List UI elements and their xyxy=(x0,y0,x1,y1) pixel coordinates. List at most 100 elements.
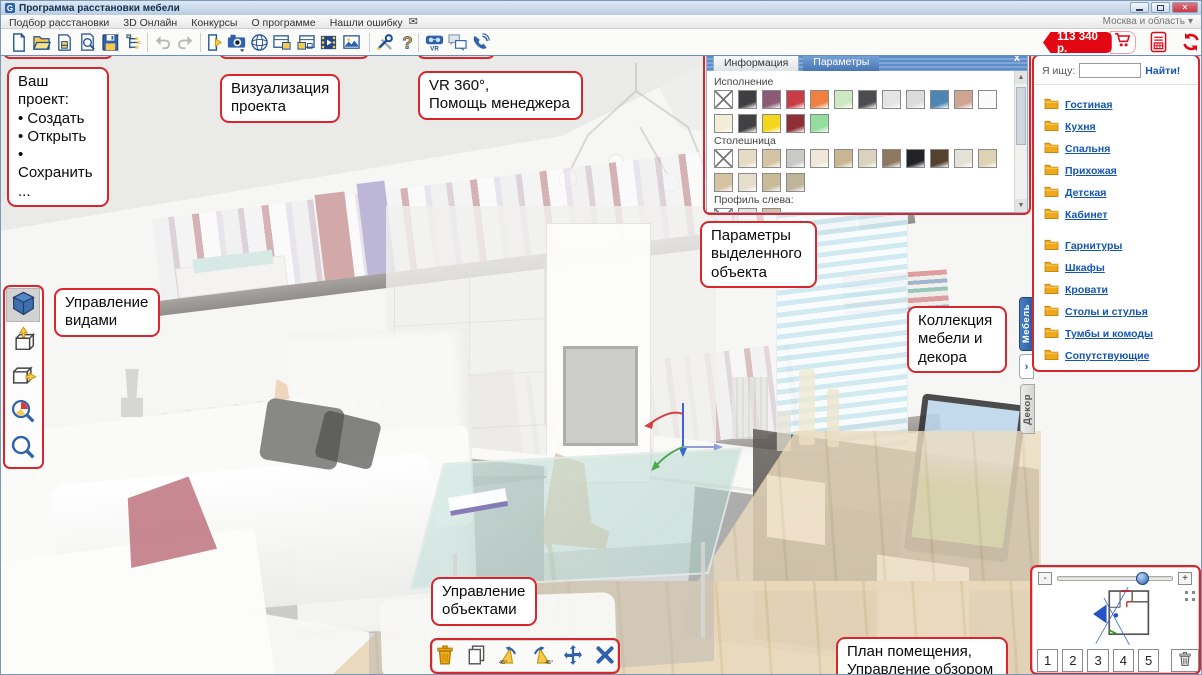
video-render-button[interactable] xyxy=(317,31,339,54)
camera-button[interactable] xyxy=(225,31,247,54)
category-link[interactable]: Гостиная xyxy=(1034,94,1198,116)
pdf-export-button[interactable] xyxy=(1150,31,1167,54)
scroll-up-icon[interactable]: ▲ xyxy=(1015,71,1027,84)
swatch-none[interactable] xyxy=(714,90,733,109)
delete-x-button[interactable] xyxy=(592,643,617,669)
zoom-selection-button[interactable] xyxy=(6,396,40,430)
redo-button[interactable] xyxy=(174,31,196,54)
swatch[interactable] xyxy=(906,90,925,109)
category-link[interactable]: Сопутствующие xyxy=(1034,345,1198,367)
tab-furniture[interactable]: Мебель xyxy=(1019,297,1034,351)
swatch[interactable] xyxy=(810,90,829,109)
scroll-down-icon[interactable]: ▼ xyxy=(1015,199,1027,212)
swatch[interactable] xyxy=(738,114,757,133)
swatch[interactable] xyxy=(786,173,805,192)
swatch[interactable] xyxy=(882,149,901,168)
category-link[interactable]: Столы и стулья xyxy=(1034,301,1198,323)
category-link[interactable]: Кровати xyxy=(1034,279,1198,301)
envelope-icon[interactable]: ✉ xyxy=(409,15,418,28)
zoom-out-button[interactable]: - xyxy=(1038,572,1052,585)
swatch[interactable] xyxy=(738,208,757,212)
region-selector[interactable]: Москва и область ▾ xyxy=(1103,16,1193,27)
close-button[interactable]: ✕ xyxy=(1172,2,1198,13)
zoom-in-button[interactable]: + xyxy=(1178,572,1192,585)
maximize-button[interactable] xyxy=(1151,2,1170,13)
swatch[interactable] xyxy=(834,90,853,109)
swatch[interactable] xyxy=(834,149,853,168)
swatch[interactable] xyxy=(930,90,949,109)
menu-item-2[interactable]: 3D Онлайн xyxy=(123,17,177,29)
plan-view-button-5[interactable]: 5 xyxy=(1138,649,1159,672)
swatch[interactable] xyxy=(858,90,877,109)
category-link[interactable]: Шкафы xyxy=(1034,257,1198,279)
structure-tree-button[interactable] xyxy=(123,31,145,54)
category-link[interactable]: Прихожая xyxy=(1034,160,1198,182)
view-cube-button[interactable] xyxy=(6,288,40,322)
swatch[interactable] xyxy=(954,90,973,109)
swatch[interactable] xyxy=(786,114,805,133)
category-link[interactable]: Кабинет xyxy=(1034,204,1198,226)
swatch[interactable] xyxy=(978,149,997,168)
rotate-left-45-button[interactable]: 45° xyxy=(497,643,522,669)
swatch-none[interactable] xyxy=(714,208,733,212)
undo-button[interactable] xyxy=(151,31,173,54)
cart-button[interactable] xyxy=(1110,31,1136,54)
move-button[interactable] xyxy=(560,643,585,669)
view-top-button[interactable] xyxy=(6,324,40,358)
vr-glasses-button[interactable]: VR xyxy=(423,31,445,54)
swatch[interactable] xyxy=(786,149,805,168)
swatch[interactable] xyxy=(810,149,829,168)
zoom-slider-thumb[interactable] xyxy=(1136,572,1149,585)
menu-item-1[interactable]: Подбор расстановки xyxy=(9,17,109,29)
swatch-none[interactable] xyxy=(714,149,733,168)
phone-call-button[interactable] xyxy=(469,31,491,54)
swatch[interactable] xyxy=(762,90,781,109)
swatch[interactable] xyxy=(810,114,829,133)
menu-item-4[interactable]: О программе xyxy=(251,17,315,29)
category-link[interactable]: Кухня xyxy=(1034,116,1198,138)
swatch[interactable] xyxy=(738,149,757,168)
swatch[interactable] xyxy=(786,90,805,109)
category-link[interactable]: Гарнитуры xyxy=(1034,235,1198,257)
category-link[interactable]: Спальня xyxy=(1034,138,1198,160)
swatch[interactable] xyxy=(714,114,733,133)
swatch[interactable] xyxy=(954,149,973,168)
viewport-save-button[interactable] xyxy=(271,31,293,54)
open-project-button[interactable] xyxy=(53,31,75,54)
plan-view-button-3[interactable]: 3 xyxy=(1087,649,1108,672)
swatch[interactable] xyxy=(762,149,781,168)
zoom-slider[interactable] xyxy=(1057,576,1173,581)
plan-view-button-4[interactable]: 4 xyxy=(1113,649,1134,672)
menu-item-3[interactable]: Конкурсы xyxy=(191,17,237,29)
swatch[interactable] xyxy=(882,90,901,109)
swatch[interactable] xyxy=(762,208,781,212)
new-file-button[interactable] xyxy=(7,31,29,54)
menu-item-5[interactable]: Нашли ошибку xyxy=(330,17,403,29)
view-3d-button[interactable] xyxy=(248,31,270,54)
collapse-panel-button[interactable]: › xyxy=(1019,354,1034,379)
open-folder-button[interactable] xyxy=(30,31,52,54)
rotate-right-45-button[interactable]: 45° xyxy=(529,643,554,669)
swatch[interactable] xyxy=(738,173,757,192)
search-input[interactable] xyxy=(1079,63,1141,78)
swatch[interactable] xyxy=(906,149,925,168)
swatch[interactable] xyxy=(978,90,997,109)
image-export-button[interactable] xyxy=(340,31,362,54)
swatch[interactable] xyxy=(762,173,781,192)
swatch[interactable] xyxy=(930,149,949,168)
params-scrollbar[interactable]: ▲ ▼ xyxy=(1014,71,1027,212)
trash-yellow-button[interactable] xyxy=(433,643,458,669)
view-side-button[interactable] xyxy=(6,360,40,394)
swatch[interactable] xyxy=(858,149,877,168)
tools-wrench-button[interactable] xyxy=(373,31,395,54)
find-button[interactable]: Найти! xyxy=(1145,65,1180,77)
floor-plan-map[interactable] xyxy=(1033,587,1198,647)
scroll-thumb[interactable] xyxy=(1016,87,1026,145)
manager-chat-button[interactable] xyxy=(446,31,468,54)
swatch[interactable] xyxy=(738,90,757,109)
viewport-load-button[interactable] xyxy=(294,31,316,54)
plan-view-button-1[interactable]: 1 xyxy=(1037,649,1058,672)
swatch[interactable] xyxy=(714,173,733,192)
zoom-button[interactable] xyxy=(6,432,40,466)
copy-button[interactable] xyxy=(465,643,490,669)
